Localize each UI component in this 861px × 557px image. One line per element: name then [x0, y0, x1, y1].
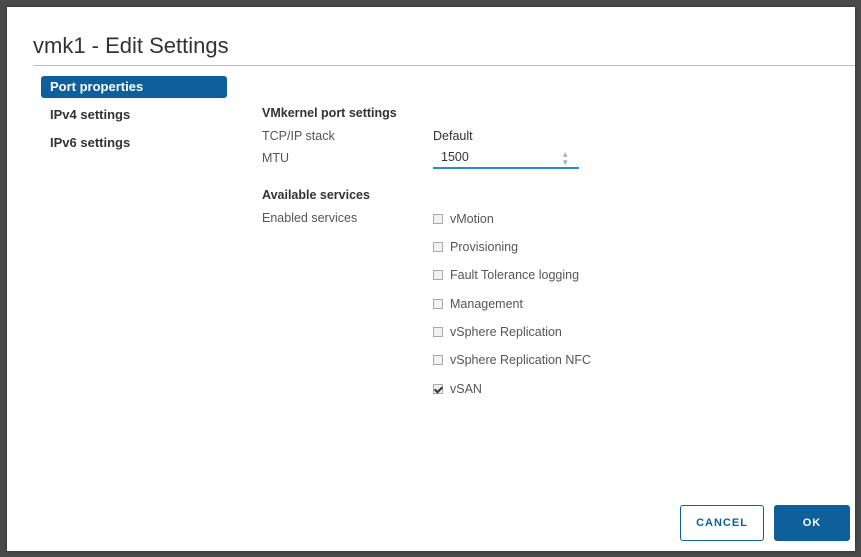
nav-item-port-properties[interactable]: Port properties [41, 76, 227, 98]
fault-tolerance-logging-checkbox[interactable] [433, 270, 443, 280]
service-fault-tolerance-logging[interactable]: Fault Tolerance logging [433, 266, 579, 284]
mtu-spinner-icon[interactable]: ▴ ▾ [563, 150, 568, 167]
service-label: Provisioning [450, 240, 519, 254]
tcpip-stack-value: Default [433, 129, 473, 143]
available-services-heading: Available services [262, 188, 370, 202]
dialog-title: vmk1 - Edit Settings [33, 33, 229, 58]
mtu-input[interactable] [433, 147, 579, 169]
service-label: vMotion [450, 212, 494, 226]
service-vsphere-replication[interactable]: vSphere Replication [433, 323, 562, 341]
nav-item-ipv4-settings[interactable]: IPv4 settings [41, 104, 227, 126]
title-divider [33, 65, 855, 66]
management-checkbox[interactable] [433, 299, 443, 309]
service-provisioning[interactable]: Provisioning [433, 238, 518, 256]
tcpip-stack-label: TCP/IP stack [262, 129, 335, 143]
service-vsan[interactable]: vSAN [433, 380, 482, 398]
service-vsphere-replication-nfc[interactable]: vSphere Replication NFC [433, 351, 591, 369]
vmkernel-port-settings-heading: VMkernel port settings [262, 106, 397, 120]
service-label: Fault Tolerance logging [450, 268, 580, 282]
vsphere-replication-checkbox[interactable] [433, 327, 443, 337]
provisioning-checkbox[interactable] [433, 242, 443, 252]
ok-button[interactable]: OK [774, 505, 850, 541]
cancel-button[interactable]: CANCEL [680, 505, 764, 541]
mtu-label: MTU [262, 151, 290, 165]
service-label: Management [450, 297, 523, 311]
service-vmotion[interactable]: vMotion [433, 210, 494, 228]
vsphere-replication-nfc-checkbox[interactable] [433, 355, 443, 365]
enabled-services-label: Enabled services [262, 211, 358, 225]
vmotion-checkbox[interactable] [433, 214, 443, 224]
service-label: vSAN [450, 382, 482, 396]
vsan-checkbox[interactable] [433, 384, 443, 394]
edit-settings-dialog: vmk1 - Edit Settings Port properties IPv… [7, 7, 855, 551]
service-label: vSphere Replication [450, 325, 562, 339]
settings-nav: Port properties IPv4 settings IPv6 setti… [41, 76, 227, 160]
service-label: vSphere Replication NFC [450, 353, 592, 367]
service-management[interactable]: Management [433, 295, 523, 313]
nav-item-ipv6-settings[interactable]: IPv6 settings [41, 132, 227, 154]
